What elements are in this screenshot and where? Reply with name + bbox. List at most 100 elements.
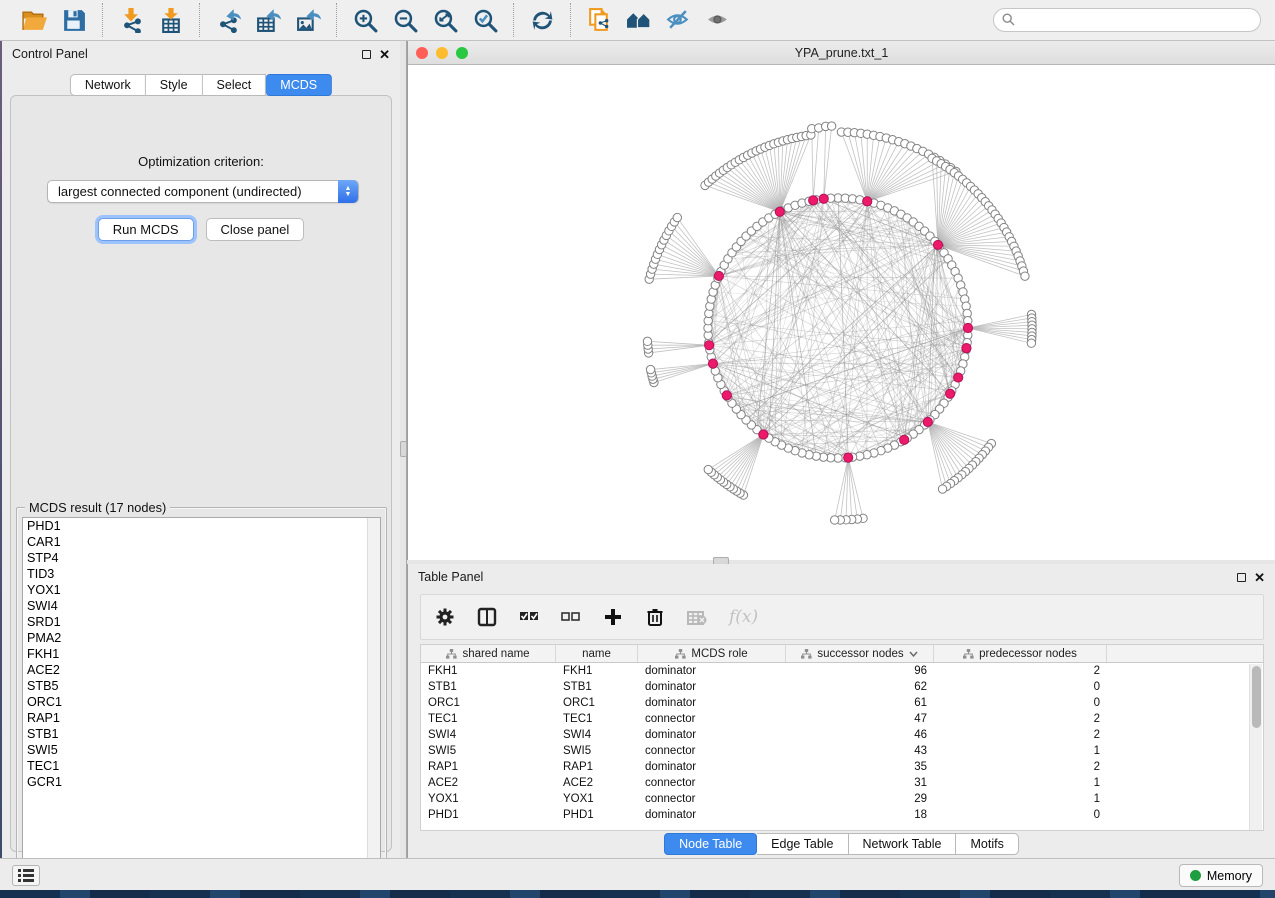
cell-shared-name[interactable]: ACE2 [421,775,556,791]
mcds-result-item[interactable]: SWI5 [23,742,380,758]
table-row[interactable]: SWI4SWI4dominator462 [421,727,1263,743]
cell-MCDS-role[interactable]: dominator [638,663,786,679]
cell-MCDS-role[interactable]: dominator [638,679,786,695]
mcds-result-item[interactable]: RAP1 [23,710,380,726]
cell-name[interactable]: FKH1 [556,663,638,679]
cell-successor-nodes[interactable]: 31 [786,775,934,791]
mcds-result-item[interactable]: STP4 [23,550,380,566]
task-history-button[interactable] [12,865,40,886]
table-scrollbar[interactable] [1249,664,1262,830]
table-row[interactable]: ACE2ACE2connector311 [421,775,1263,791]
cell-predecessor-nodes[interactable]: 2 [934,759,1107,775]
mcds-result-item[interactable]: TID3 [23,566,380,582]
float-table-panel-icon[interactable] [1237,573,1246,582]
mcds-result-item[interactable]: CAR1 [23,534,380,550]
mcds-result-item[interactable]: PHD1 [23,518,380,534]
column-header-MCDS-role[interactable]: MCDS role [638,645,786,662]
cell-predecessor-nodes[interactable]: 2 [934,711,1107,727]
cell-predecessor-nodes[interactable]: 1 [934,791,1107,807]
cell-name[interactable]: SWI5 [556,743,638,759]
cell-MCDS-role[interactable]: dominator [638,759,786,775]
show-columns-button[interactable] [477,607,497,627]
cell-name[interactable]: STB1 [556,679,638,695]
hide-selected-button[interactable] [659,2,699,38]
table-row[interactable]: STB1STB1dominator620 [421,679,1263,695]
cell-name[interactable]: RAP1 [556,759,638,775]
cell-successor-nodes[interactable]: 43 [786,743,934,759]
export-image-button[interactable] [288,2,328,38]
cell-predecessor-nodes[interactable]: 1 [934,775,1107,791]
cell-successor-nodes[interactable]: 46 [786,727,934,743]
table-row[interactable]: ORC1ORC1dominator610 [421,695,1263,711]
cell-MCDS-role[interactable]: dominator [638,727,786,743]
vertical-splitter-handle[interactable] [400,441,407,457]
column-header-predecessor-nodes[interactable]: predecessor nodes [934,645,1107,662]
export-table-button[interactable] [248,2,288,38]
cell-predecessor-nodes[interactable]: 2 [934,727,1107,743]
first-neighbors-button[interactable] [619,2,659,38]
run-mcds-button[interactable]: Run MCDS [98,218,194,241]
cell-successor-nodes[interactable]: 18 [786,807,934,823]
cell-successor-nodes[interactable]: 62 [786,679,934,695]
cell-name[interactable]: SWI4 [556,727,638,743]
export-network-button[interactable] [208,2,248,38]
cell-name[interactable]: TEC1 [556,711,638,727]
zoom-selected-button[interactable] [465,2,505,38]
mcds-result-list[interactable]: PHD1CAR1STP4TID3YOX1SWI4SRD1PMA2FKH1ACE2… [22,517,381,873]
memory-button[interactable]: Memory [1179,864,1263,887]
float-panel-icon[interactable] [362,50,371,59]
cell-successor-nodes[interactable]: 29 [786,791,934,807]
column-header-name[interactable]: name [556,645,638,662]
network-window-titlebar[interactable]: YPA_prune.txt_1 [408,41,1275,65]
cell-MCDS-role[interactable]: dominator [638,695,786,711]
cell-shared-name[interactable]: YOX1 [421,791,556,807]
show-all-button[interactable] [699,2,739,38]
network-graph-canvas[interactable] [408,65,1274,559]
cell-predecessor-nodes[interactable]: 0 [934,695,1107,711]
table-row[interactable]: YOX1YOX1connector291 [421,791,1263,807]
table-row[interactable]: RAP1RAP1dominator352 [421,759,1263,775]
cell-name[interactable]: PHD1 [556,807,638,823]
tab-select[interactable]: Select [203,74,267,96]
cell-shared-name[interactable]: SWI5 [421,743,556,759]
cell-MCDS-role[interactable]: connector [638,743,786,759]
tab-edge-table[interactable]: Edge Table [757,833,848,855]
cell-successor-nodes[interactable]: 47 [786,711,934,727]
vertical-splitter[interactable] [400,41,407,858]
table-row[interactable]: SWI5SWI5connector431 [421,743,1263,759]
mcds-result-item[interactable]: FKH1 [23,646,380,662]
tab-network[interactable]: Network [70,74,146,96]
cell-shared-name[interactable]: SWI4 [421,727,556,743]
mcds-result-item[interactable]: TEC1 [23,758,380,774]
column-header-shared-name[interactable]: shared name [421,645,556,662]
deselect-all-checkboxes-button[interactable] [561,607,581,627]
cell-predecessor-nodes[interactable]: 2 [934,663,1107,679]
mcds-result-item[interactable]: ACE2 [23,662,380,678]
mcds-result-item[interactable]: GCR1 [23,774,380,790]
mcds-result-item[interactable]: STB5 [23,678,380,694]
tab-node-table[interactable]: Node Table [664,833,757,855]
mcds-list-scrollbar[interactable] [367,518,380,872]
cell-shared-name[interactable]: FKH1 [421,663,556,679]
cell-predecessor-nodes[interactable]: 0 [934,679,1107,695]
table-row[interactable]: FKH1FKH1dominator962 [421,663,1263,679]
zoom-out-button[interactable] [385,2,425,38]
table-options-gear-button[interactable] [435,607,455,627]
cell-name[interactable]: YOX1 [556,791,638,807]
cell-name[interactable]: ACE2 [556,775,638,791]
new-network-from-selection-button[interactable] [579,2,619,38]
cell-predecessor-nodes[interactable]: 0 [934,807,1107,823]
zoom-in-button[interactable] [345,2,385,38]
column-header-successor-nodes[interactable]: successor nodes [786,645,934,662]
mcds-result-item[interactable]: SRD1 [23,614,380,630]
mcds-result-item[interactable]: PMA2 [23,630,380,646]
table-scrollbar-thumb[interactable] [1252,666,1261,728]
mcds-result-item[interactable]: ORC1 [23,694,380,710]
tab-network-table[interactable]: Network Table [849,833,957,855]
cell-shared-name[interactable]: TEC1 [421,711,556,727]
zoom-fit-button[interactable] [425,2,465,38]
import-network-button[interactable] [111,2,151,38]
cell-successor-nodes[interactable]: 61 [786,695,934,711]
cell-shared-name[interactable]: ORC1 [421,695,556,711]
close-panel-icon[interactable]: ✕ [379,50,390,59]
